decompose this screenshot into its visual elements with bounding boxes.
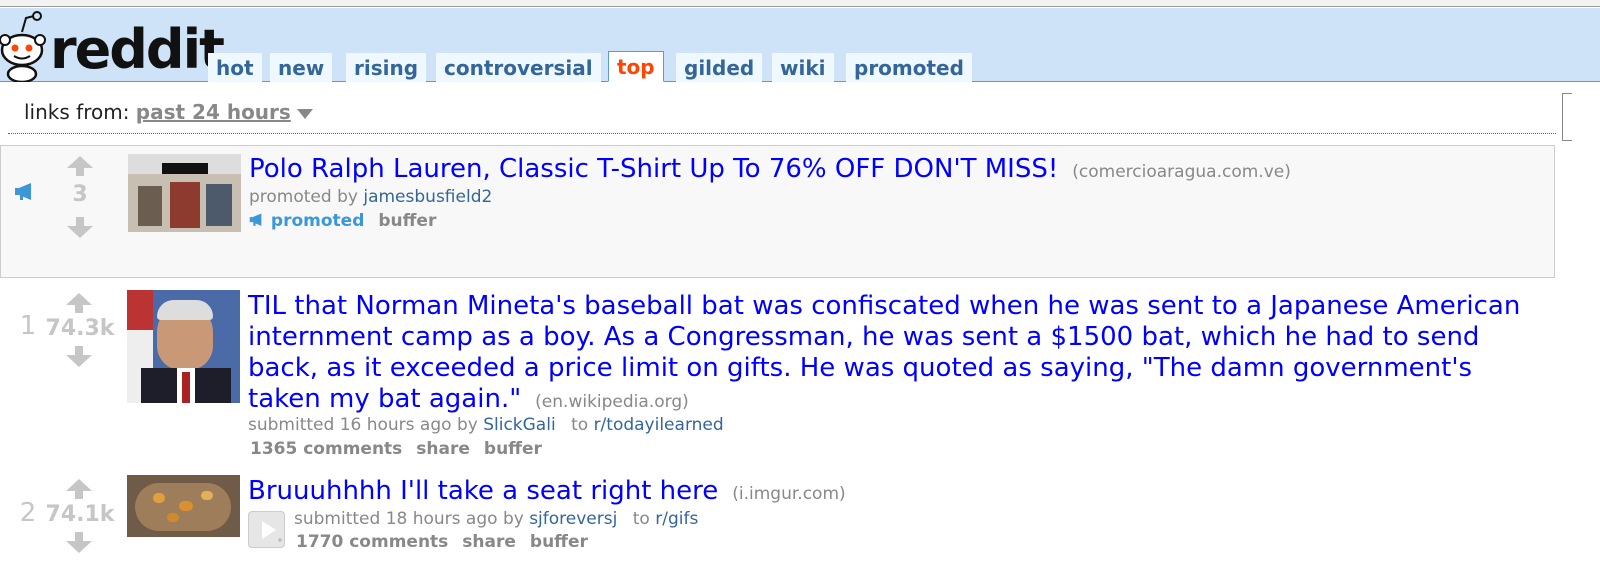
expando-play-button[interactable]: [248, 511, 285, 548]
author-link[interactable]: SlickGali: [483, 415, 555, 435]
tagline-to: to: [571, 415, 589, 435]
subreddit-link[interactable]: r/todayilearned: [594, 415, 724, 435]
share-button[interactable]: share: [416, 439, 470, 459]
reddit-logo[interactable]: reddit: [0, 10, 225, 82]
promoted-post: 3 Polo Ralph Lauren, Classic T-Shirt Up …: [0, 145, 1555, 278]
post-thumbnail[interactable]: [127, 290, 240, 403]
subreddit-link[interactable]: r/gifs: [655, 509, 698, 529]
post-title-link[interactable]: Polo Ralph Lauren, Classic T-Shirt Up To…: [249, 154, 1058, 184]
post-score: 74.1k: [45, 502, 115, 527]
time-filter: links from: past 24 hours: [24, 100, 313, 124]
share-button[interactable]: share: [462, 532, 516, 552]
post-title-link[interactable]: TIL that Norman Mineta's baseball bat wa…: [248, 291, 1520, 414]
post-tagline: submitted 16 hours ago by SlickGali to r…: [248, 415, 724, 435]
sidebar-edge: [1562, 93, 1572, 141]
buffer-button[interactable]: buffer: [378, 211, 436, 231]
megaphone-icon: [15, 183, 31, 200]
post-domain[interactable]: (comercioaragua.com.ve): [1072, 162, 1291, 182]
tagline-prefix: submitted 16 hours ago by: [248, 415, 478, 435]
tab-hot[interactable]: hot: [208, 53, 262, 82]
downvote-arrow[interactable]: [66, 346, 92, 367]
play-icon: [262, 521, 282, 542]
logo-wordmark: reddit: [50, 18, 225, 81]
time-filter-label: links from:: [24, 100, 130, 124]
author-link[interactable]: sjforeversj: [529, 509, 617, 529]
post-thumbnail[interactable]: [127, 475, 240, 537]
tab-controversial[interactable]: controversial: [436, 53, 601, 82]
tab-rising[interactable]: rising: [346, 53, 427, 82]
post-buttons: 1365 comments share buffer: [250, 439, 556, 459]
tab-new[interactable]: new: [270, 53, 333, 82]
author-link[interactable]: jamesbusfield2: [363, 187, 492, 207]
downvote-arrow[interactable]: [66, 532, 92, 553]
time-filter-dropdown[interactable]: past 24 hours: [136, 100, 291, 124]
tab-top[interactable]: top: [608, 51, 664, 82]
post-title-link[interactable]: Bruuuhhhh I'll take a seat right here: [248, 476, 718, 506]
post-thumbnail[interactable]: [128, 154, 241, 232]
tagline-prefix: promoted by: [249, 187, 358, 207]
tab-promoted[interactable]: promoted: [846, 53, 972, 82]
tab-wiki[interactable]: wiki: [772, 53, 834, 82]
buffer-button[interactable]: buffer: [484, 439, 542, 459]
tagline-to: to: [632, 509, 650, 529]
megaphone-icon: [249, 213, 262, 226]
browser-top-edge: [0, 0, 1600, 7]
post-domain[interactable]: (i.imgur.com): [732, 484, 845, 504]
comments-button[interactable]: 1770 comments: [296, 532, 448, 552]
post-title[interactable]: Bruuuhhhh I'll take a seat right here (i.…: [248, 476, 1548, 510]
buffer-button[interactable]: buffer: [530, 532, 588, 552]
upvote-arrow[interactable]: [66, 293, 92, 313]
tab-gilded[interactable]: gilded: [676, 53, 763, 82]
post-domain[interactable]: (en.wikipedia.org): [535, 392, 689, 412]
downvote-arrow[interactable]: [67, 217, 93, 238]
upvote-arrow[interactable]: [66, 479, 92, 499]
site-header: reddit hot new rising controversial top …: [0, 8, 1600, 82]
post-buttons: promoted buffer: [249, 211, 450, 231]
comments-button[interactable]: 1365 comments: [250, 439, 402, 459]
post-tagline: promoted by jamesbusfield2: [249, 187, 492, 207]
post-buttons: 1770 comments share buffer: [296, 532, 602, 552]
post-score: 74.3k: [45, 316, 115, 341]
upvote-arrow[interactable]: [67, 156, 93, 176]
post-score: 3: [72, 182, 88, 207]
post-title[interactable]: Polo Ralph Lauren, Classic T-Shirt Up To…: [249, 154, 1529, 188]
dropdown-caret-icon[interactable]: [296, 108, 313, 119]
tagline-prefix: submitted 18 hours ago by: [294, 509, 524, 529]
divider: [8, 133, 1556, 134]
post-title[interactable]: TIL that Norman Mineta's baseball bat wa…: [248, 291, 1548, 418]
promoted-button[interactable]: promoted: [271, 211, 364, 231]
snoo-icon: [0, 11, 46, 82]
post-tagline: submitted 18 hours ago by sjforeversj to…: [294, 509, 698, 529]
